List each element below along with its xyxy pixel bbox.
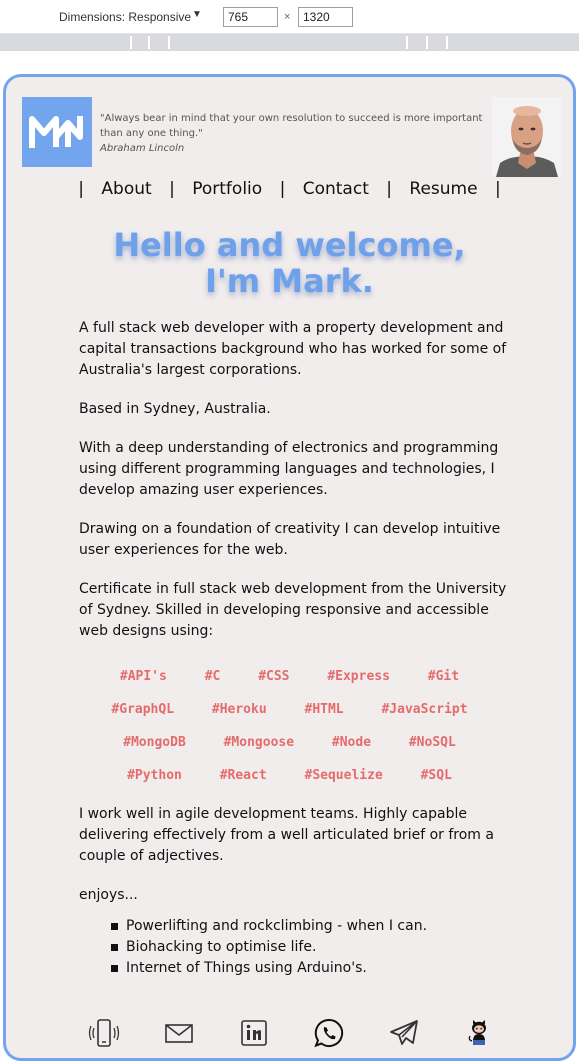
nav-about[interactable]: About <box>101 179 151 199</box>
dimensions-dropdown[interactable]: Dimensions: Responsive <box>59 10 191 24</box>
times-sign: × <box>284 11 291 23</box>
enjoys-list: Powerlifting and rockclimbing - when I c… <box>111 916 511 979</box>
skill-tag: #Git <box>427 669 460 684</box>
nav-resume[interactable]: Resume <box>409 179 477 199</box>
telegram-icon[interactable] <box>388 1017 420 1049</box>
skill-tag: #SQL <box>420 768 452 783</box>
skill-tag: #JavaScript <box>381 702 468 717</box>
profile-photo <box>492 97 562 177</box>
github-icon[interactable] <box>463 1017 495 1049</box>
skill-tag: #Mongoose <box>223 735 295 750</box>
email-icon[interactable] <box>163 1017 195 1049</box>
mw-monogram-icon[interactable] <box>22 97 92 167</box>
about-paragraph: Based in Sydney, Australia. <box>79 401 271 417</box>
hero-line-2: I'm Mark. <box>205 262 374 300</box>
nav-separator: | <box>279 179 286 199</box>
page-frame: "Always bear in mind that your own resol… <box>3 74 576 1061</box>
skill-tag: #CSS <box>258 669 290 684</box>
skill-tag: #HTML <box>304 702 344 717</box>
skill-tag: #Express <box>327 669 390 684</box>
tag-row: #MongoDB #Mongoose #Node #NoSQL <box>6 735 573 750</box>
hero-heading: Hello and welcome, I'm Mark. <box>6 227 573 299</box>
tag-row: #API's #C #CSS #Express #Git <box>6 669 573 684</box>
nav-portfolio[interactable]: Portfolio <box>192 179 262 199</box>
width-input[interactable]: 765 <box>223 7 278 27</box>
whatsapp-icon[interactable] <box>313 1017 345 1049</box>
main-nav: | About | Portfolio | Contact | Resume | <box>6 179 573 199</box>
tag-row: #Python #React #Sequelize #SQL <box>6 768 573 783</box>
list-item: Powerlifting and rockclimbing - when I c… <box>111 916 511 937</box>
enjoys-label: enjoys... <box>79 887 138 903</box>
agile-paragraph: I work well in agile development teams. … <box>79 806 494 864</box>
header-quote: "Always bear in mind that your own resol… <box>100 111 490 156</box>
skill-tag: #GraphQL <box>111 702 175 717</box>
about-section: A full stack web developer with a proper… <box>79 318 511 660</box>
phone-icon[interactable] <box>88 1017 120 1049</box>
skill-tag: #NoSQL <box>408 735 456 750</box>
devtools-toolbar: Dimensions: Responsive ▼ 765 × 1320 <box>0 0 579 34</box>
social-links <box>6 1017 573 1049</box>
height-input[interactable]: 1320 <box>298 7 353 27</box>
closing-section: I work well in agile development teams. … <box>79 804 511 979</box>
skill-tag: #Sequelize <box>304 768 383 783</box>
caret-down-icon[interactable]: ▼ <box>192 9 202 20</box>
skill-tag: #MongoDB <box>123 735 186 750</box>
quote-text: "Always bear in mind that your own resol… <box>100 113 483 139</box>
list-item: Biohacking to optimise life. <box>111 937 511 958</box>
linkedin-icon[interactable] <box>238 1017 270 1049</box>
about-paragraph: Drawing on a foundation of creativity I … <box>79 521 501 558</box>
quote-author: Abraham Lincoln <box>100 143 185 154</box>
nav-separator: | <box>78 179 85 199</box>
about-paragraph: With a deep understanding of electronics… <box>79 440 499 498</box>
skill-tag: #Node <box>331 735 372 750</box>
skill-tag: #Heroku <box>211 702 267 717</box>
nav-contact[interactable]: Contact <box>303 179 369 199</box>
skill-tag: #C <box>204 669 221 684</box>
skill-tag: #React <box>219 768 267 783</box>
about-paragraph: Certificate in full stack web developmen… <box>79 581 507 639</box>
skill-tag: #API's <box>119 669 167 684</box>
tag-row: #GraphQL #Heroku #HTML #JavaScript <box>6 702 573 717</box>
hero-line-1: Hello and welcome, <box>113 226 466 264</box>
media-query-ruler[interactable] <box>0 34 579 51</box>
nav-separator: | <box>169 179 175 199</box>
list-item: Internet of Things using Arduino's. <box>111 958 511 979</box>
about-paragraph: A full stack web developer with a proper… <box>79 320 507 378</box>
skill-tag: #Python <box>127 768 182 783</box>
nav-separator: | <box>494 179 501 199</box>
nav-separator: | <box>386 179 392 199</box>
